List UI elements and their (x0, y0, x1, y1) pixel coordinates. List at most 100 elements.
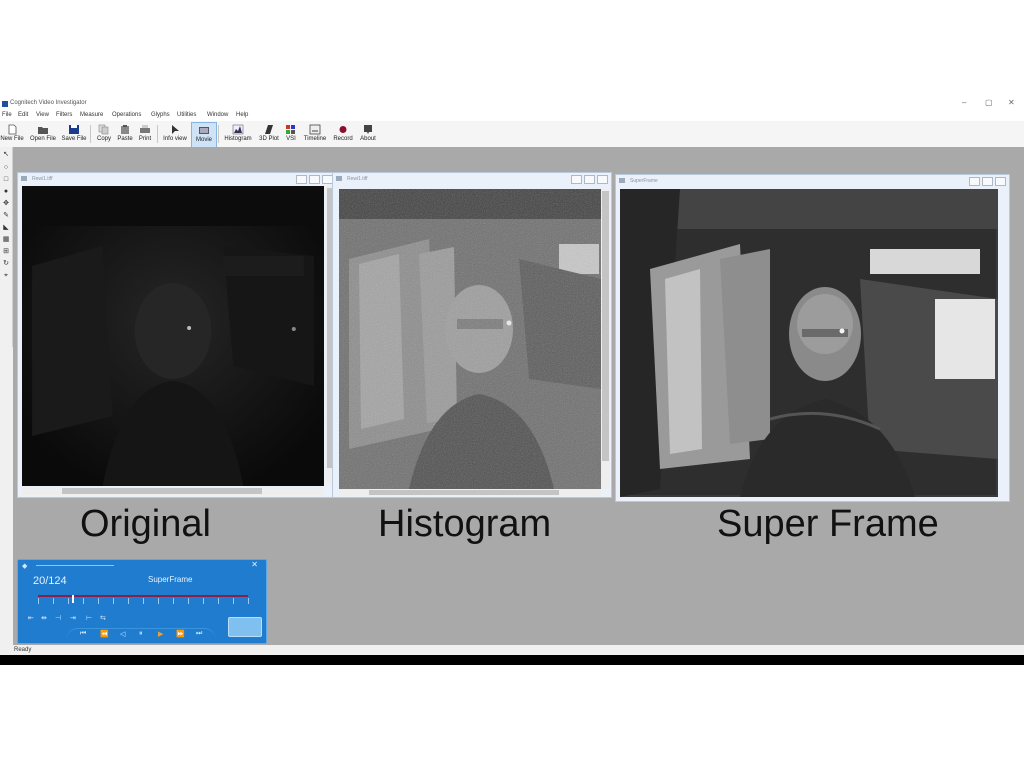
histogram-icon (232, 124, 244, 135)
play-icon[interactable]: ▶ (158, 630, 163, 638)
step-back-icon[interactable]: ⇤ (28, 614, 34, 622)
image-window-icon (619, 178, 625, 183)
image-window-controls[interactable] (967, 177, 1006, 188)
player-progress-line (36, 565, 114, 566)
menu-operations[interactable]: Operations (112, 112, 141, 118)
player-action-button[interactable] (228, 617, 262, 637)
image-window-header[interactable]: SuperFrame (616, 175, 1009, 186)
ellipse-tool-icon[interactable]: ● (2, 188, 10, 196)
title-bar: Cognitech Video Investigator – ▢ ✕ (0, 97, 1024, 111)
image-window-header[interactable]: Rewi1.tiff (18, 173, 336, 184)
vertical-scrollbar[interactable] (601, 189, 610, 489)
image-window-controls[interactable] (569, 175, 608, 186)
last-frame-icon[interactable]: ⏭ (196, 630, 202, 638)
lasso-tool-icon[interactable]: ○ (2, 164, 10, 172)
fill-tool-icon[interactable]: ◣ (2, 224, 10, 232)
movie-button[interactable]: Movie (191, 122, 217, 148)
slider-tick (188, 598, 189, 604)
vsi-button[interactable]: VSI (282, 122, 300, 146)
menu-view[interactable]: View (36, 112, 49, 118)
first-frame-icon[interactable]: ⏮ (80, 630, 86, 638)
new-file-button[interactable]: New File (0, 122, 24, 146)
print-button[interactable]: Print (136, 122, 154, 146)
prev-key-icon[interactable]: ⏪ (100, 630, 109, 638)
save-file-button[interactable]: Save File (60, 122, 88, 146)
print-label: Print (138, 136, 152, 142)
menu-file[interactable]: File (2, 112, 12, 118)
slider-tick (68, 598, 69, 604)
open-file-button[interactable]: Open File (28, 122, 58, 146)
record-button[interactable]: Record (331, 122, 355, 146)
close-button[interactable]: ✕ (1008, 98, 1015, 107)
pencil-tool-icon[interactable]: ✎ (2, 212, 10, 220)
restore-button[interactable]: ▢ (985, 98, 993, 107)
scrollbar-thumb[interactable] (62, 488, 262, 494)
rotate-tool-icon[interactable]: ↻ (2, 260, 10, 268)
image-window-original[interactable]: Rewi1.tiff (17, 172, 337, 498)
tool-palette: ↖ ○ □ ● ✥ ✎ ◣ ▦ ⊞ ↻ ⌖ (0, 147, 13, 347)
about-label: About (360, 136, 376, 142)
frame-slider-ticks[interactable] (38, 595, 249, 606)
grid-tool-icon[interactable]: ▦ (2, 236, 10, 244)
menu-help[interactable]: Help (236, 112, 248, 118)
image-window-header[interactable]: Rewi1.tiff (333, 173, 611, 184)
info-view-button[interactable]: Info view (160, 122, 190, 146)
3d-plot-button[interactable]: 3D Plot (257, 122, 281, 146)
histogram-button[interactable]: Histogram (221, 122, 255, 146)
prev-frame-icon[interactable]: ◁ (120, 630, 125, 638)
mark-in-icon[interactable]: ⊣ (55, 614, 61, 622)
menu-utilities[interactable]: Utilities (177, 112, 196, 118)
slider-tick (113, 598, 114, 604)
movie-icon (199, 127, 209, 134)
app-icon (2, 101, 8, 107)
menu-filters[interactable]: Filters (56, 112, 72, 118)
player-close-button[interactable]: ✕ (251, 560, 258, 569)
image-window-name: Rewi1.tiff (347, 176, 368, 182)
horizontal-scrollbar[interactable] (339, 489, 601, 496)
image-window-controls[interactable] (294, 175, 333, 186)
player-source-name: SuperFrame (148, 575, 193, 584)
image-window-superframe[interactable]: SuperFrame (615, 174, 1010, 502)
about-button[interactable]: About (357, 122, 379, 146)
crosshair-tool-icon[interactable]: ⌖ (2, 272, 10, 280)
slider-tick (218, 598, 219, 604)
scrollbar-thumb[interactable] (369, 490, 559, 495)
frame-slider-track[interactable] (38, 595, 248, 597)
new-file-icon (8, 124, 17, 135)
menu-edit[interactable]: Edit (18, 112, 28, 118)
rectangle-tool-icon[interactable]: □ (2, 176, 10, 184)
horizontal-scrollbar[interactable] (22, 487, 324, 495)
menu-window[interactable]: Window (207, 112, 228, 118)
pause-icon[interactable]: ⏸ (139, 630, 143, 638)
mark-out-icon[interactable]: ⊢ (86, 614, 92, 622)
select-tool-icon[interactable]: ↖ (2, 151, 10, 159)
caption-histogram: Histogram (378, 503, 552, 545)
copy-button[interactable]: Copy (93, 122, 115, 146)
superframe-image[interactable] (620, 189, 998, 497)
move-tool-icon[interactable]: ✥ (2, 200, 10, 208)
minimize-button[interactable]: – (962, 98, 966, 107)
histogram-image[interactable] (339, 189, 601, 489)
timeline-button[interactable]: Timeline (302, 122, 328, 146)
image-window-icon (21, 176, 27, 181)
loop-icon[interactable]: ⇆ (100, 614, 106, 622)
original-image[interactable] (22, 186, 324, 486)
slider-tick (53, 598, 54, 604)
movie-player[interactable]: ◆ ✕ 20/124 SuperFrame ⇤ ⇹ ⊣ ⇥ ⊢ ⇆ ⏮ ⏪ ◁ … (17, 559, 267, 644)
record-icon (339, 126, 347, 133)
next-frame-icon[interactable]: ⏩ (176, 630, 185, 638)
scrollbar-thumb[interactable] (602, 191, 609, 461)
jog-back-icon[interactable]: ⇹ (41, 614, 47, 622)
slider-tick (128, 598, 129, 604)
copy-label: Copy (96, 136, 111, 142)
info-view-label: Info view (163, 136, 187, 142)
image-window-histogram[interactable]: Rewi1.tiff (332, 172, 612, 498)
menu-measure[interactable]: Measure (80, 112, 103, 118)
paste-button[interactable]: Paste (115, 122, 135, 146)
paste-label: Paste (117, 136, 133, 142)
jog-forward-icon[interactable]: ⇥ (70, 614, 76, 622)
slider-tick (83, 598, 84, 604)
slider-position-marker[interactable] (71, 595, 74, 603)
zoom-tool-icon[interactable]: ⊞ (2, 248, 10, 256)
menu-glyphs[interactable]: Glyphs (151, 112, 170, 118)
